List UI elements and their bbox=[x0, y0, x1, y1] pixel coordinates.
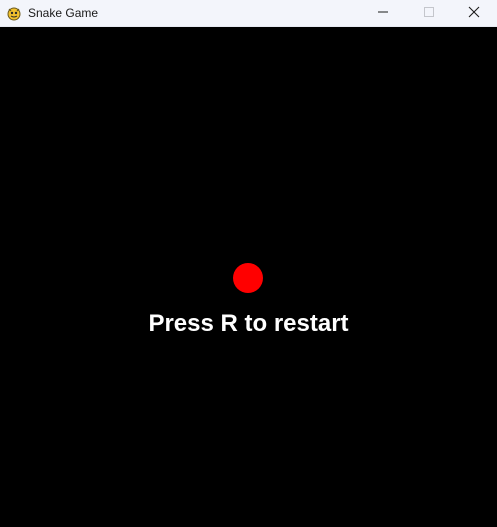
close-icon bbox=[468, 5, 480, 23]
app-window: Snake Game Press R to restart bbox=[0, 0, 497, 527]
title-bar[interactable]: Snake Game bbox=[0, 0, 497, 27]
window-title: Snake Game bbox=[28, 6, 99, 20]
maximize-button[interactable] bbox=[406, 0, 452, 27]
maximize-icon bbox=[423, 5, 435, 23]
restart-message: Press R to restart bbox=[148, 310, 349, 337]
close-button[interactable] bbox=[451, 0, 497, 27]
minimize-button[interactable] bbox=[360, 0, 406, 27]
minimize-icon bbox=[377, 5, 389, 23]
game-canvas[interactable]: Press R to restart bbox=[0, 28, 497, 527]
pygame-snake-icon bbox=[6, 5, 22, 21]
food-apple bbox=[233, 263, 263, 293]
